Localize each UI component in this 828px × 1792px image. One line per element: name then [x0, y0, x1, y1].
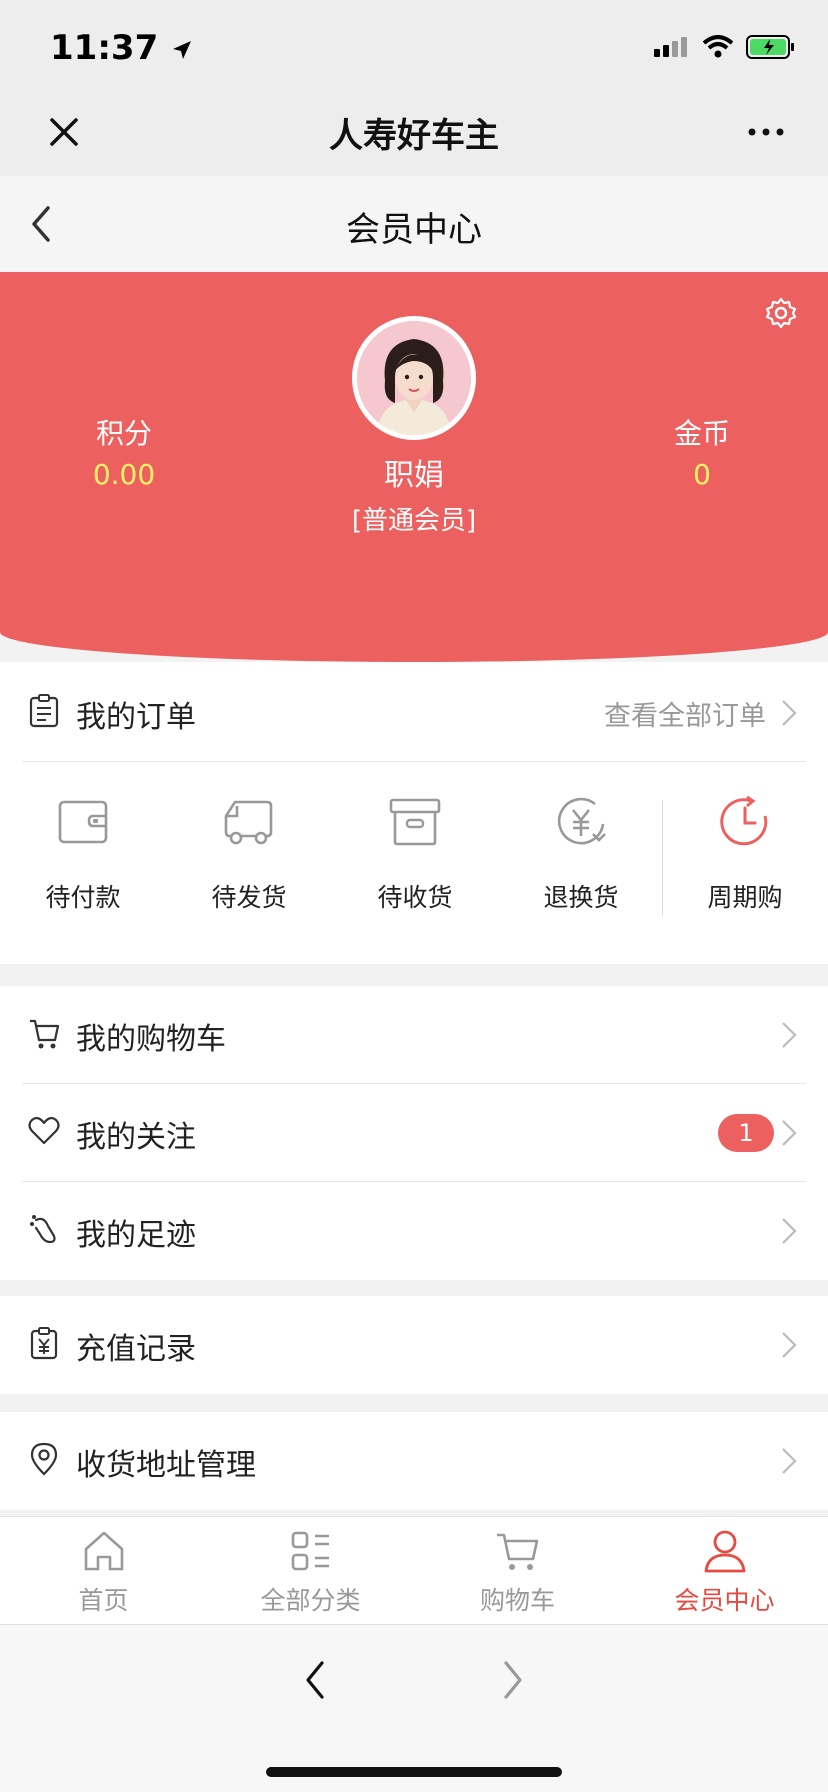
wechat-title: 人寿好车主	[329, 116, 499, 156]
chevron-right-icon	[782, 1120, 797, 1146]
menu-row-addresses[interactable]: 收货地址管理	[0, 1412, 828, 1510]
member-level: [普通会员]	[351, 506, 477, 536]
cart-icon	[496, 1533, 538, 1570]
order-status-subscription[interactable]: 周期购	[662, 794, 828, 914]
clock-cycle-icon	[720, 795, 768, 846]
order-status-items: 待付款 待发货 待收货 退换货 周期购	[0, 762, 828, 964]
menu-row-label: 收货地址管理	[76, 1448, 256, 1483]
tab-cart[interactable]: 购物车	[414, 1527, 621, 1617]
tab-label: 首页	[78, 1586, 129, 1615]
menu-row-recharge[interactable]: 充值记录	[0, 1296, 828, 1394]
settings-gear-icon[interactable]	[764, 296, 798, 330]
order-status-pending-shipment[interactable]: 待发货	[166, 794, 332, 914]
tab-categories[interactable]: 全部分类	[207, 1527, 414, 1617]
home-icon	[84, 1531, 123, 1571]
chevron-right-icon	[782, 1022, 797, 1048]
coins-label: 金币	[673, 417, 730, 450]
points-label: 积分	[95, 417, 152, 450]
order-status-pending-payment[interactable]: 待付款	[0, 794, 166, 914]
status-time-text: 11:37	[50, 28, 159, 68]
menu-row-label: 我的足迹	[76, 1218, 196, 1253]
order-status-label: 待收货	[377, 883, 453, 912]
order-status-label: 待付款	[45, 883, 121, 912]
footprint-icon	[30, 1215, 56, 1244]
location-pin-icon	[30, 1442, 58, 1476]
avatar[interactable]	[352, 316, 476, 440]
chevron-right-icon	[782, 1332, 797, 1358]
view-all-orders-link[interactable]: 查看全部订单	[604, 694, 766, 733]
categories-icon	[291, 1531, 329, 1571]
wechat-nav-bar: 人寿好车主	[0, 88, 828, 176]
tab-label: 全部分类	[260, 1586, 361, 1615]
menu-row-cart[interactable]: 我的购物车	[0, 986, 828, 1084]
chevron-right-icon	[782, 1218, 797, 1244]
wifi-icon	[702, 35, 734, 58]
user-name: 职娟	[384, 458, 444, 493]
orders-header-row[interactable]: 我的订单 查看全部订单	[22, 662, 806, 762]
browser-back-icon[interactable]	[298, 1655, 332, 1705]
menu-row-favorites[interactable]: 我的关注 1	[0, 1084, 828, 1182]
order-status-pending-receipt[interactable]: 待收货	[332, 794, 498, 914]
menu-row-history[interactable]: 我的足迹	[0, 1182, 828, 1280]
menu-row-label: 我的关注	[76, 1120, 196, 1155]
page-title: 会员中心	[346, 210, 482, 250]
profile-hero: 积分 0.00 金币 0 职娟 [普通会员]	[0, 272, 828, 662]
chevron-right-icon	[782, 700, 797, 726]
location-arrow-icon	[173, 40, 192, 59]
order-status-label: 退换货	[543, 883, 619, 912]
truck-icon	[224, 800, 273, 845]
status-time: 11:37	[50, 28, 194, 68]
yen-refresh-icon	[557, 797, 606, 845]
page-header: 会员中心	[0, 176, 828, 272]
order-status-returns[interactable]: 退换货	[498, 794, 664, 914]
menu-row-label: 充值记录	[76, 1332, 196, 1367]
tab-member-center[interactable]: 会员中心	[621, 1527, 828, 1617]
status-bar: 11:37	[0, 0, 828, 88]
chevron-right-icon	[782, 1448, 797, 1474]
order-status-label: 周期购	[707, 883, 783, 912]
cellular-signal-icon	[654, 37, 687, 57]
order-status-label: 待发货	[211, 883, 287, 912]
heart-icon	[28, 1116, 60, 1145]
browser-nav-bar	[0, 1624, 828, 1792]
browser-forward-icon[interactable]	[496, 1655, 530, 1705]
battery-charging-icon	[746, 35, 794, 59]
status-indicators	[654, 34, 796, 60]
tab-label: 购物车	[479, 1586, 555, 1615]
tab-home[interactable]: 首页	[0, 1527, 207, 1617]
cart-icon	[30, 1019, 60, 1049]
home-indicator[interactable]	[266, 1767, 562, 1777]
user-icon	[704, 1530, 745, 1573]
order-list-icon	[29, 694, 59, 728]
favorites-count-badge: 1	[718, 1114, 774, 1152]
orders-card: 我的订单 查看全部订单 待付款 待发货 待收货 退换货 周期购	[0, 662, 828, 964]
box-icon	[389, 798, 441, 846]
more-icon[interactable]	[744, 112, 788, 152]
clipboard-yen-icon	[30, 1327, 58, 1360]
bottom-tab-bar: 首页 全部分类 购物车 会员中心	[0, 1516, 828, 1624]
orders-title: 我的订单	[76, 700, 196, 735]
avatar-image	[357, 321, 471, 435]
wallet-icon	[58, 800, 108, 844]
menu-row-label: 我的购物车	[76, 1022, 226, 1057]
tab-label: 会员中心	[674, 1586, 775, 1615]
